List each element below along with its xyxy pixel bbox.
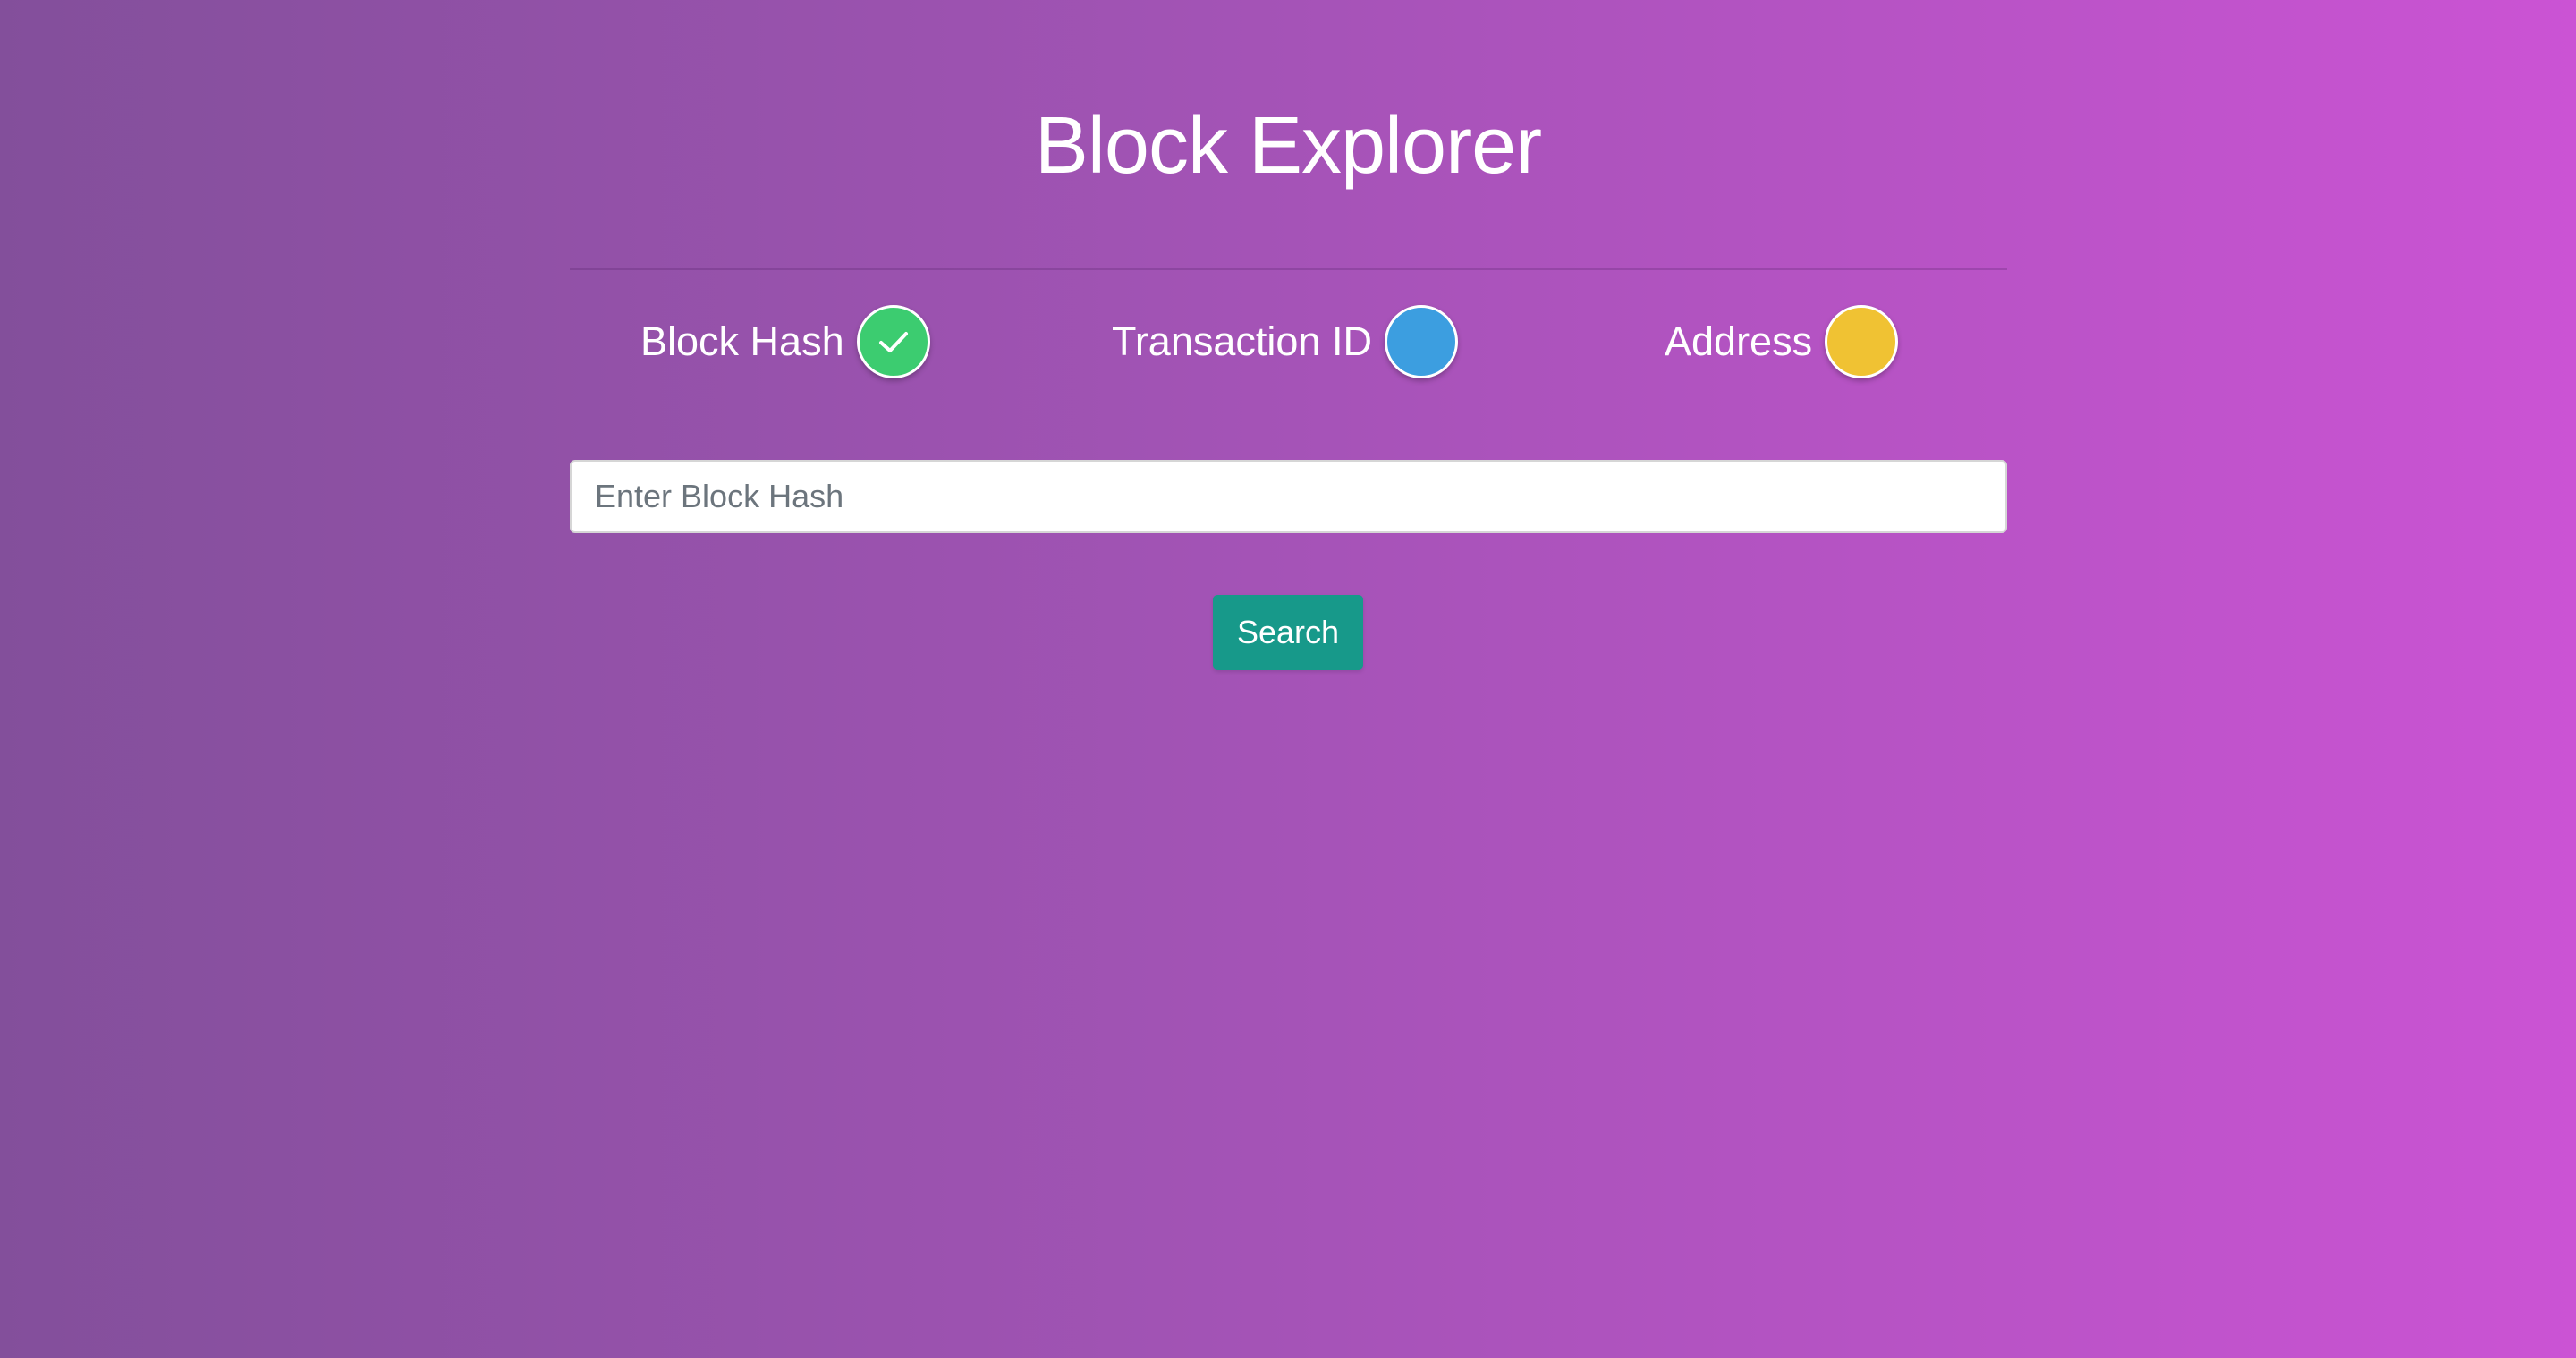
header-divider — [570, 268, 2007, 270]
address-radio[interactable] — [1825, 305, 1899, 378]
page-title: Block Explorer — [1034, 101, 1542, 191]
block-hash-radio[interactable] — [856, 305, 930, 378]
search-type-transaction-id[interactable]: Transaction ID — [1112, 302, 1458, 381]
search-type-address[interactable]: Address — [1665, 302, 1899, 381]
transaction-id-radio[interactable] — [1384, 305, 1458, 378]
check-icon — [878, 332, 908, 352]
search-type-label: Address — [1665, 318, 1813, 364]
search-button[interactable]: Search — [1213, 595, 1363, 670]
search-type-block-hash[interactable]: Block Hash — [640, 302, 930, 381]
search-type-label: Transaction ID — [1112, 318, 1372, 364]
search-type-label: Block Hash — [640, 318, 844, 364]
search-input[interactable] — [570, 460, 2007, 533]
